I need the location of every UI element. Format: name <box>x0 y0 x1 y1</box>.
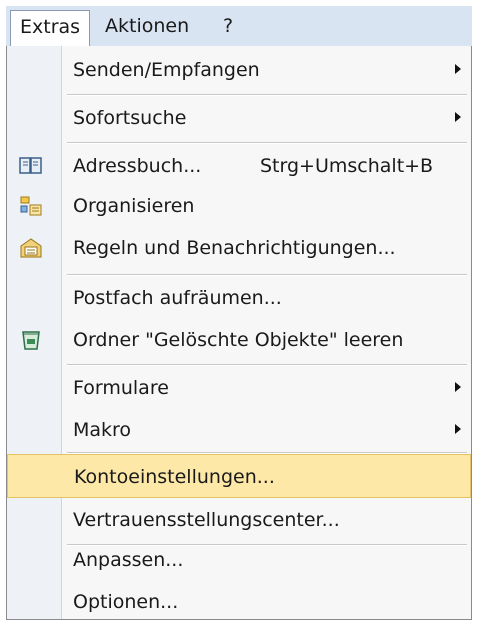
menu-item-sofortsuche[interactable]: Sofortsuche <box>7 96 471 140</box>
menu-item-label: Senden/Empfangen <box>73 59 260 81</box>
submenu-arrow-icon <box>455 64 461 74</box>
menu-item-label: Regeln und Benachrichtigungen... <box>73 237 396 259</box>
menu-item-optionen[interactable]: Optionen... <box>7 580 471 624</box>
menu-item-label: Formulare <box>73 377 169 399</box>
menu-item-adressbuch[interactable]: Adressbuch... Strg+Umschalt+B <box>7 144 471 188</box>
menu-item-label: Optionen... <box>73 591 179 613</box>
submenu-arrow-icon <box>455 424 461 434</box>
menu-item-makro[interactable]: Makro <box>7 408 471 452</box>
menu-item-formulare[interactable]: Formulare <box>7 366 471 410</box>
menu-item-label: Postfach aufräumen... <box>73 287 282 309</box>
menu-item-organisieren[interactable]: Organisieren <box>7 184 471 228</box>
menu-item-senden-empfangen[interactable]: Senden/Empfangen <box>7 48 471 92</box>
menu-item-postfach-aufraeumen[interactable]: Postfach aufräumen... <box>7 276 471 320</box>
menu-item-kontoeinstellungen[interactable]: Kontoeinstellungen... <box>7 454 471 498</box>
menu-extras[interactable]: Extras <box>10 10 91 47</box>
menu-item-anpassen[interactable]: Anpassen... <box>7 538 471 582</box>
menu-bar: Extras Aktionen ? <box>6 6 472 47</box>
menu-item-label: Anpassen... <box>73 549 184 571</box>
submenu-arrow-icon <box>455 382 461 392</box>
menu-item-label: Organisieren <box>73 195 195 217</box>
menu-item-label: Kontoeinstellungen... <box>74 466 275 488</box>
menu-item-label: Ordner "Gelöschte Objekte" leeren <box>73 329 404 351</box>
menu-aktionen[interactable]: Aktionen <box>96 10 198 42</box>
organize-icon <box>19 194 43 218</box>
extras-dropdown-menu: Senden/Empfangen Sofortsuche Adressbuch.… <box>6 46 472 620</box>
submenu-arrow-icon <box>455 112 461 122</box>
address-book-icon <box>19 154 43 178</box>
menu-item-label: Sofortsuche <box>73 107 187 129</box>
empty-trash-icon <box>19 328 43 352</box>
menu-item-vertrauensstellungscenter[interactable]: Vertrauensstellungscenter... <box>7 498 471 542</box>
menu-item-label: Vertrauensstellungscenter... <box>73 509 340 531</box>
menu-item-label: Makro <box>73 419 132 441</box>
menu-help[interactable]: ? <box>214 10 242 42</box>
menu-item-geloeschte-objekte-leeren[interactable]: Ordner "Gelöschte Objekte" leeren <box>7 318 471 362</box>
menu-item-label: Adressbuch... <box>73 155 202 177</box>
menu-item-regeln[interactable]: Regeln und Benachrichtigungen... <box>7 226 471 270</box>
menu-item-shortcut: Strg+Umschalt+B <box>260 155 434 177</box>
rules-icon <box>19 236 43 260</box>
